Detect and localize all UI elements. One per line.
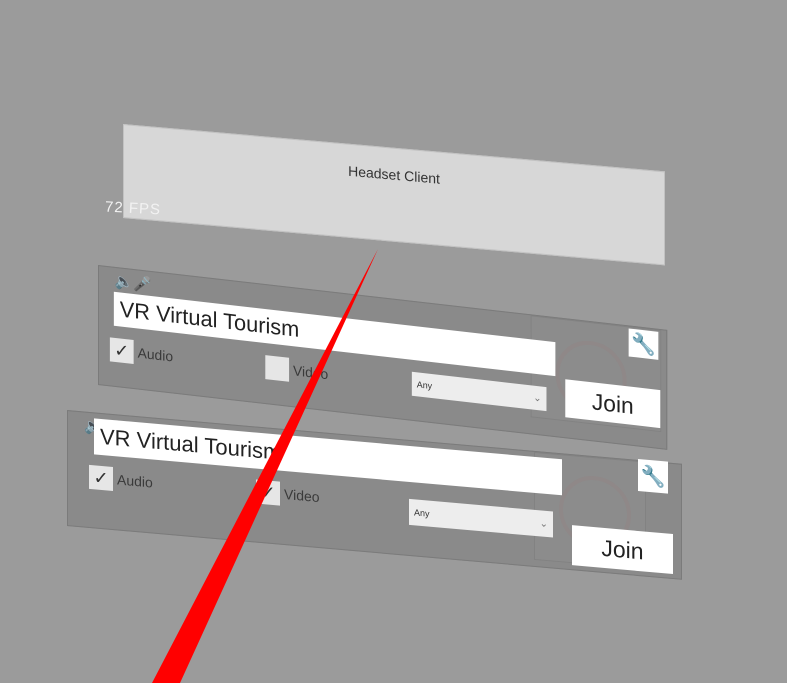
laser-pointer — [152, 249, 378, 683]
